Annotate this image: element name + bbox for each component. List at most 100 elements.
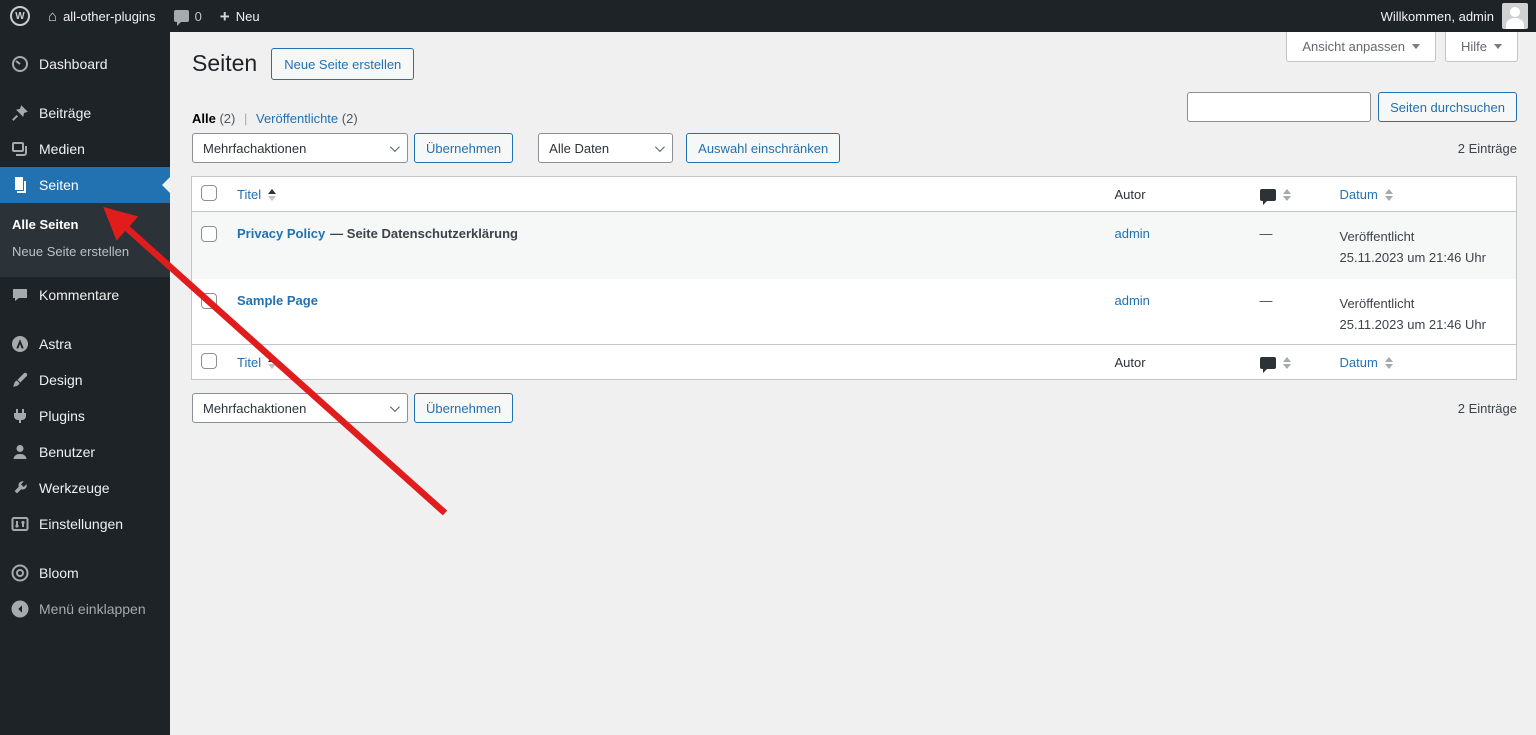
status-text: Veröffentlicht: [1339, 295, 1415, 311]
submenu-item-all-pages[interactable]: Alle Seiten: [0, 211, 170, 238]
select-all-checkbox[interactable]: [201, 352, 217, 369]
sidebar-item-plugins[interactable]: Plugins: [0, 398, 170, 434]
sort-indicator-icon: [1282, 357, 1291, 370]
sidebar-item-label: Dashboard: [39, 56, 108, 72]
status-text: Veröffentlicht: [1339, 229, 1415, 244]
apply-button[interactable]: Übernehmen: [414, 133, 514, 163]
table-toolbar-bottom: Mehrfachaktionen Übernehmen 2 Einträge: [192, 393, 1517, 423]
chevron-down-icon: [1411, 44, 1420, 49]
sidebar-item-astra[interactable]: Astra: [0, 326, 170, 362]
bulk-action-value: Mehrfachaktionen: [203, 140, 307, 156]
view-all-count: (2): [219, 111, 236, 126]
bulk-action-select[interactable]: Mehrfachaktionen: [192, 133, 408, 163]
plus-icon: +: [219, 6, 230, 26]
search-pages-button[interactable]: Seiten durchsuchen: [1378, 92, 1517, 122]
sort-by-date-header[interactable]: Datum: [1340, 355, 1393, 370]
sidebar-item-label: Design: [39, 372, 83, 388]
entries-count: 2 Einträge: [1457, 400, 1517, 416]
plug-icon: [10, 406, 30, 426]
welcome-text: Willkommen, admin: [1380, 8, 1494, 24]
wrench-icon: [10, 478, 30, 498]
date-header-label: Datum: [1339, 186, 1378, 202]
sidebar-item-label: Astra: [39, 336, 72, 352]
pin-icon: [10, 103, 30, 123]
site-link[interactable]: ⌂ all-other-plugins: [48, 8, 156, 25]
chevron-down-icon: [389, 141, 400, 152]
collapse-menu-button[interactable]: Menü einklappen: [0, 591, 170, 627]
table-row: Privacy Policy — Seite Datenschutzerkläru…: [191, 211, 1517, 279]
sidebar-item-pages[interactable]: Seiten: [0, 167, 170, 203]
site-name: all-other-plugins: [63, 8, 156, 24]
avatar[interactable]: [1502, 3, 1528, 29]
menu-separator: [0, 313, 170, 326]
sidebar-item-label: Kommentare: [39, 287, 120, 303]
page-title-link[interactable]: Sample Page: [237, 293, 318, 308]
table-toolbar-top: Mehrfachaktionen Übernehmen Alle Daten A…: [192, 133, 1517, 163]
filter-button[interactable]: Auswahl einschränken: [686, 133, 841, 163]
sort-by-date-header[interactable]: Datum: [1340, 187, 1393, 202]
help-tab[interactable]: Hilfe: [1444, 32, 1518, 62]
sidebar-item-label: Benutzer: [39, 444, 96, 460]
collapse-arrow-icon: [10, 599, 30, 619]
view-separator: |: [243, 111, 248, 126]
apply-button[interactable]: Übernehmen: [414, 393, 514, 423]
date-header-label: Datum: [1339, 354, 1378, 370]
sidebar-item-tools[interactable]: Werkzeuge: [0, 470, 170, 506]
sidebar-item-users[interactable]: Benutzer: [0, 434, 170, 470]
row-checkbox[interactable]: [201, 226, 217, 242]
comments-count: 0: [194, 8, 202, 24]
menu-separator: [0, 82, 170, 95]
sidebar-item-dashboard[interactable]: Dashboard: [0, 46, 170, 82]
wordpress-admin-pages-screen: { "colors": { "topbar_bg": "#1d2327", "a…: [0, 0, 1536, 735]
sort-by-comments-header[interactable]: [1259, 355, 1291, 374]
add-new-page-button[interactable]: Neue Seite erstellen: [271, 48, 415, 80]
comment-bubble-icon: [173, 10, 189, 26]
sort-by-title-header[interactable]: Titel: [237, 355, 277, 370]
sidebar-item-posts[interactable]: Beiträge: [0, 95, 170, 131]
sidebar-item-settings[interactable]: Einstellungen: [0, 506, 170, 542]
row-checkbox[interactable]: [201, 292, 217, 309]
media-icon: [10, 139, 30, 159]
author-link[interactable]: admin: [1115, 226, 1150, 241]
comment-bubble-icon: [1259, 189, 1276, 206]
dashboard-icon: [10, 54, 30, 74]
sidebar-item-appearance[interactable]: Design: [0, 362, 170, 398]
submenu-item-add-new-page[interactable]: Neue Seite erstellen: [0, 238, 170, 265]
entries-count: 2 Einträge: [1457, 140, 1517, 156]
screen-options-tab[interactable]: Ansicht anpassen: [1286, 32, 1436, 62]
sort-by-title-header[interactable]: Titel: [237, 187, 277, 202]
view-published-count: (2): [341, 111, 358, 126]
chevron-down-icon: [389, 401, 400, 412]
pages-submenu: Alle Seiten Neue Seite erstellen: [0, 203, 170, 277]
new-label: Neu: [235, 8, 260, 24]
home-icon: ⌂: [48, 7, 58, 25]
search-input[interactable]: [1187, 92, 1372, 122]
view-all-link[interactable]: Alle: [192, 111, 216, 126]
sidebar-item-label: Werkzeuge: [39, 480, 110, 496]
astra-logo-icon: [10, 334, 30, 354]
admin-topbar: W ⌂ all-other-plugins 0 + Neu Willkommen…: [0, 0, 1536, 32]
sidebar-item-label: Seiten: [39, 177, 79, 193]
sliders-icon: [10, 514, 30, 534]
sidebar-item-bloom[interactable]: Bloom: [0, 555, 170, 591]
comments-value: —: [1259, 226, 1273, 241]
new-content-menu[interactable]: + Neu: [220, 8, 260, 25]
comment-bubble-icon: [1259, 357, 1276, 374]
page-title-link[interactable]: Privacy Policy: [237, 226, 325, 241]
sidebar-item-media[interactable]: Medien: [0, 131, 170, 167]
select-all-checkbox[interactable]: [201, 184, 217, 201]
chevron-down-icon: [1494, 44, 1502, 49]
wordpress-logo-menu[interactable]: W: [10, 6, 30, 26]
comments-shortcut[interactable]: 0: [173, 8, 202, 26]
view-filter-links: Alle (2) | Veröffentlichte (2): [192, 111, 358, 126]
bulk-action-select[interactable]: Mehrfachaktionen: [192, 393, 408, 423]
view-published-link[interactable]: Veröffentlichte: [256, 111, 338, 126]
author-link[interactable]: admin: [1115, 293, 1150, 308]
sidebar-item-comments[interactable]: Kommentare: [0, 277, 170, 313]
author-header-label: Autor: [1114, 354, 1146, 370]
user-icon: [10, 442, 30, 462]
table-row: Sample Page admin — Veröffentlicht 25.11.…: [192, 279, 1517, 345]
pages-table: Titel Autor Datum Privacy Policy — Seite …: [191, 176, 1517, 380]
date-filter-select[interactable]: Alle Daten: [538, 133, 674, 163]
sort-by-comments-header[interactable]: [1259, 187, 1291, 206]
